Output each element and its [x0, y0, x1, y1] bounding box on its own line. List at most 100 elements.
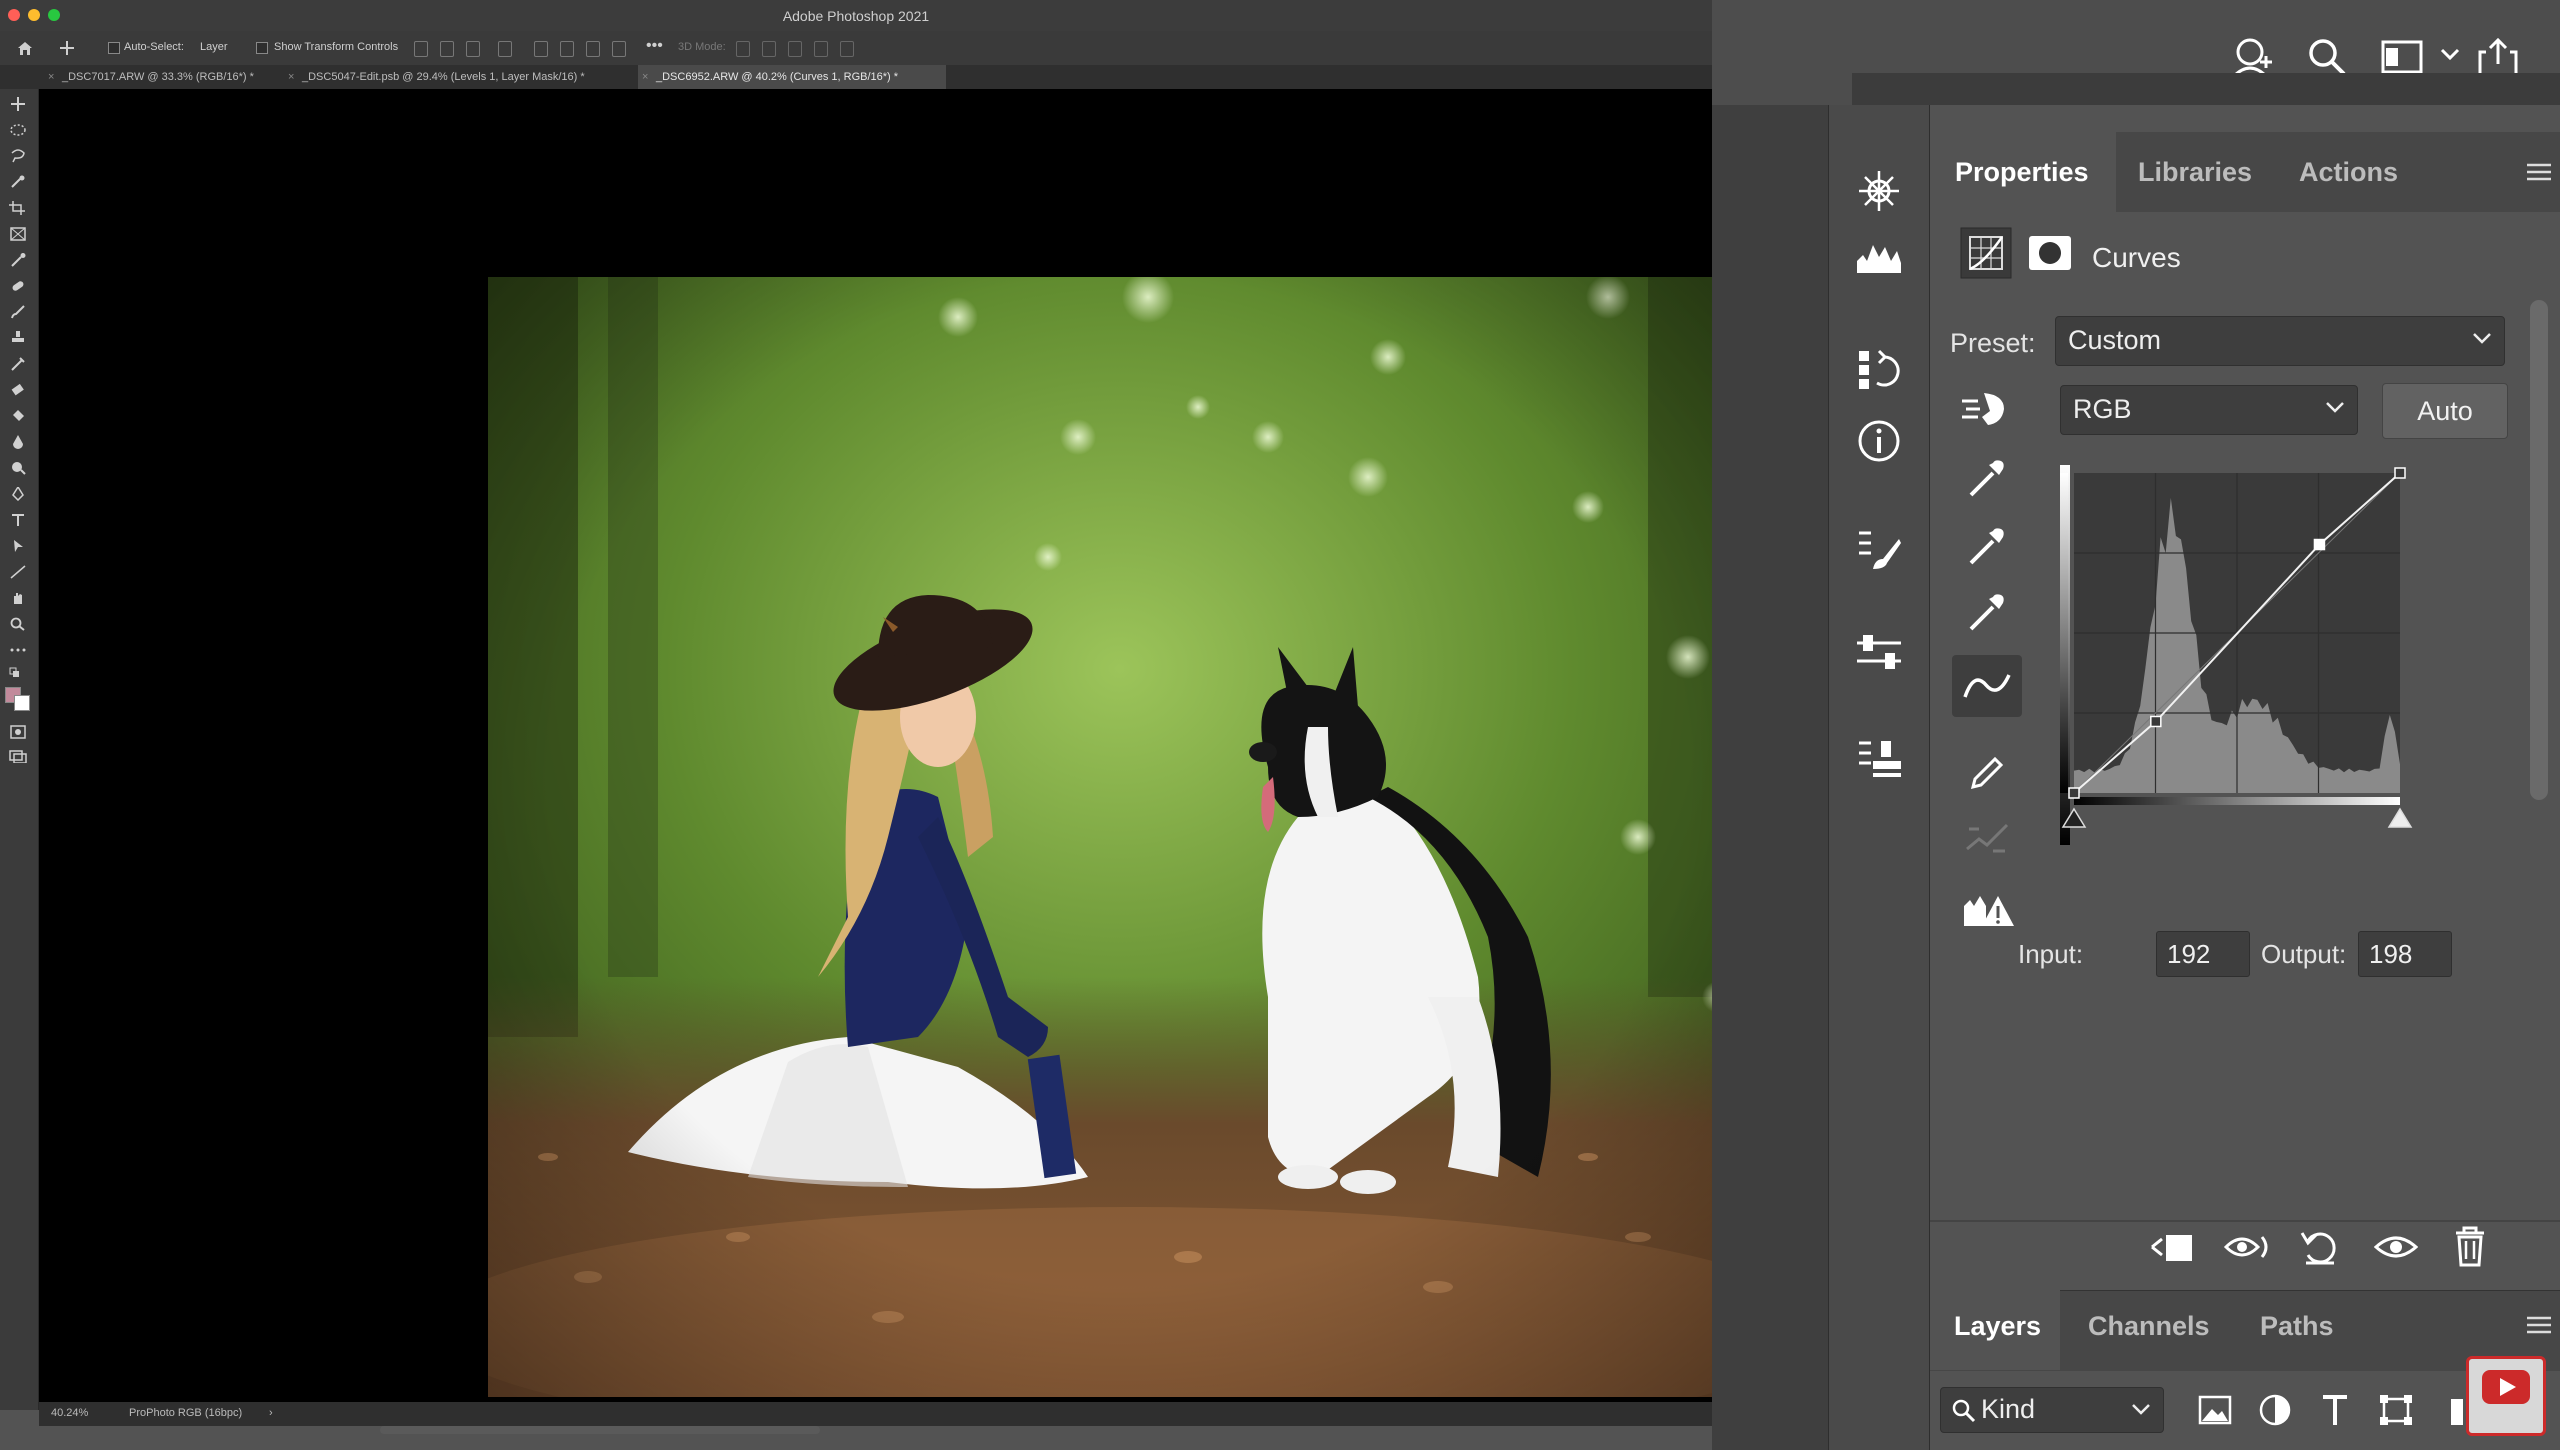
brush-tool-icon[interactable]: [9, 305, 27, 319]
crop-tool-icon[interactable]: [9, 201, 27, 215]
3d-pan-icon[interactable]: [788, 41, 802, 57]
align-left-icon[interactable]: [414, 41, 428, 57]
3d-orbit-icon[interactable]: [736, 41, 750, 57]
workspace-icon[interactable]: [2380, 36, 2424, 78]
layer-mask-icon[interactable]: [2028, 235, 2072, 271]
edit-toolbar-icon[interactable]: [9, 643, 27, 657]
input-field[interactable]: 192: [2156, 931, 2250, 977]
healing-brush-tool-icon[interactable]: [9, 279, 27, 293]
navigator-icon[interactable]: [1855, 167, 1903, 215]
background-color-swatch[interactable]: [14, 695, 30, 711]
pixel-layer-filter-icon[interactable]: [2198, 1395, 2232, 1425]
zoom-level[interactable]: 40.24%: [51, 1407, 88, 1419]
histogram-icon[interactable]: [1855, 237, 1903, 277]
hand-tool-icon[interactable]: [9, 591, 27, 605]
properties-scrollbar[interactable]: [2530, 300, 2548, 800]
targeted-adjustment-icon[interactable]: [1960, 387, 2008, 431]
sample-gray-point-icon[interactable]: [1965, 525, 2007, 567]
default-colors-icon[interactable]: [9, 667, 27, 681]
close-tab-icon[interactable]: ×: [288, 65, 294, 89]
document-tab-2[interactable]: × _DSC5047-Edit.psb @ 29.4% (Levels 1, L…: [284, 65, 642, 89]
close-tab-icon[interactable]: ×: [48, 65, 54, 89]
curve-control-point[interactable]: [2068, 787, 2080, 799]
auto-select-dropdown[interactable]: Layer: [200, 41, 228, 53]
brush-settings-icon[interactable]: [1855, 525, 1903, 573]
share-icon[interactable]: [2476, 36, 2520, 78]
info-icon[interactable]: [1855, 417, 1903, 465]
curves-graph[interactable]: [2060, 465, 2416, 885]
align-middle-icon[interactable]: [560, 41, 574, 57]
quick-select-tool-icon[interactable]: [9, 175, 27, 189]
path-selection-tool-icon[interactable]: [9, 539, 27, 553]
tab-paths[interactable]: Paths: [2260, 1311, 2334, 1342]
layers-panel-menu-icon[interactable]: [2526, 1315, 2552, 1335]
quick-mask-icon[interactable]: [9, 725, 27, 739]
home-icon[interactable]: [16, 40, 34, 56]
status-arrow-icon[interactable]: ›: [269, 1407, 273, 1419]
distribute-icon[interactable]: [586, 41, 600, 57]
sample-white-point-icon[interactable]: [1965, 591, 2007, 633]
smooth-curve-icon[interactable]: [1965, 819, 2009, 859]
line-tool-icon[interactable]: [9, 565, 27, 579]
tab-layers[interactable]: Layers: [1954, 1311, 2041, 1342]
close-tab-icon[interactable]: ×: [642, 65, 648, 89]
adjustment-sliders-icon[interactable]: [1855, 629, 1903, 677]
sample-black-point-icon[interactable]: [1965, 457, 2007, 499]
subscribe-badge[interactable]: [2466, 1356, 2546, 1436]
smart-object-filter-icon[interactable]: [2450, 1395, 2464, 1427]
transform-controls-checkbox[interactable]: [256, 42, 268, 54]
layer-filter-dropdown[interactable]: Kind: [1940, 1387, 2164, 1433]
pencil-icon[interactable]: [1965, 753, 2007, 795]
marquee-tool-icon[interactable]: [9, 123, 27, 137]
more-options-icon[interactable]: •••: [646, 37, 663, 55]
3d-scale-icon[interactable]: [840, 41, 854, 57]
screen-mode-icon[interactable]: [9, 749, 27, 763]
horizontal-scrollbar[interactable]: [380, 1426, 820, 1434]
auto-button[interactable]: Auto: [2382, 383, 2508, 439]
eraser-tool-icon[interactable]: [9, 383, 27, 397]
curve-control-point[interactable]: [2313, 538, 2326, 551]
auto-select-checkbox[interactable]: [108, 42, 120, 54]
document-tab-3[interactable]: × _DSC6952.ARW @ 40.2% (Curves 1, RGB/16…: [638, 65, 946, 89]
type-tool-icon[interactable]: [9, 513, 27, 527]
panel-menu-icon[interactable]: [2526, 162, 2552, 182]
tab-channels[interactable]: Channels: [2088, 1311, 2210, 1342]
clipping-warning-icon[interactable]: [1962, 890, 2014, 930]
frame-tool-icon[interactable]: [9, 227, 27, 241]
curve-control-point[interactable]: [2394, 467, 2406, 479]
preset-dropdown[interactable]: Custom: [2055, 316, 2505, 366]
document-tab-1[interactable]: × _DSC7017.ARW @ 33.3% (RGB/16*) *: [44, 65, 292, 89]
align-bottom-icon[interactable]: [534, 41, 548, 57]
white-point-slider[interactable]: [2387, 807, 2413, 828]
curves-graph-area[interactable]: [2060, 465, 2416, 885]
curves-adjustment-icon[interactable]: [1960, 227, 2012, 279]
toggle-visibility-icon[interactable]: [2374, 1229, 2418, 1265]
blur-tool-icon[interactable]: [9, 435, 27, 449]
eyedropper-tool-icon[interactable]: [9, 253, 27, 267]
align-center-icon[interactable]: [440, 41, 454, 57]
lasso-tool-icon[interactable]: [9, 149, 27, 163]
document-canvas[interactable]: [39, 89, 1712, 1410]
clip-to-layer-icon[interactable]: [2148, 1227, 2196, 1267]
tab-actions[interactable]: Actions: [2299, 157, 2398, 188]
adjustment-layer-filter-icon[interactable]: [2258, 1393, 2292, 1427]
pen-tool-icon[interactable]: [9, 487, 27, 501]
output-field[interactable]: 198: [2358, 931, 2452, 977]
workspace-chevron-down-icon[interactable]: [2440, 48, 2460, 62]
clone-stamp-tool-icon[interactable]: [9, 331, 27, 345]
delete-layer-icon[interactable]: [2452, 1225, 2488, 1267]
history-brush-tool-icon[interactable]: [9, 357, 27, 371]
paint-bucket-tool-icon[interactable]: [9, 409, 27, 423]
tab-properties[interactable]: Properties: [1955, 157, 2089, 188]
shape-layer-filter-icon[interactable]: [2378, 1393, 2414, 1427]
clone-source-icon[interactable]: [1855, 735, 1903, 783]
3d-roll-icon[interactable]: [762, 41, 776, 57]
3d-slide-icon[interactable]: [814, 41, 828, 57]
dodge-tool-icon[interactable]: [9, 461, 27, 475]
move-tool-options-icon[interactable]: [58, 40, 76, 56]
reset-icon[interactable]: [2298, 1227, 2342, 1267]
channel-dropdown[interactable]: RGB: [2060, 385, 2358, 435]
distribute-vertical-icon[interactable]: [612, 41, 626, 57]
view-previous-state-icon[interactable]: [2222, 1227, 2272, 1267]
curve-control-point[interactable]: [2150, 715, 2162, 728]
